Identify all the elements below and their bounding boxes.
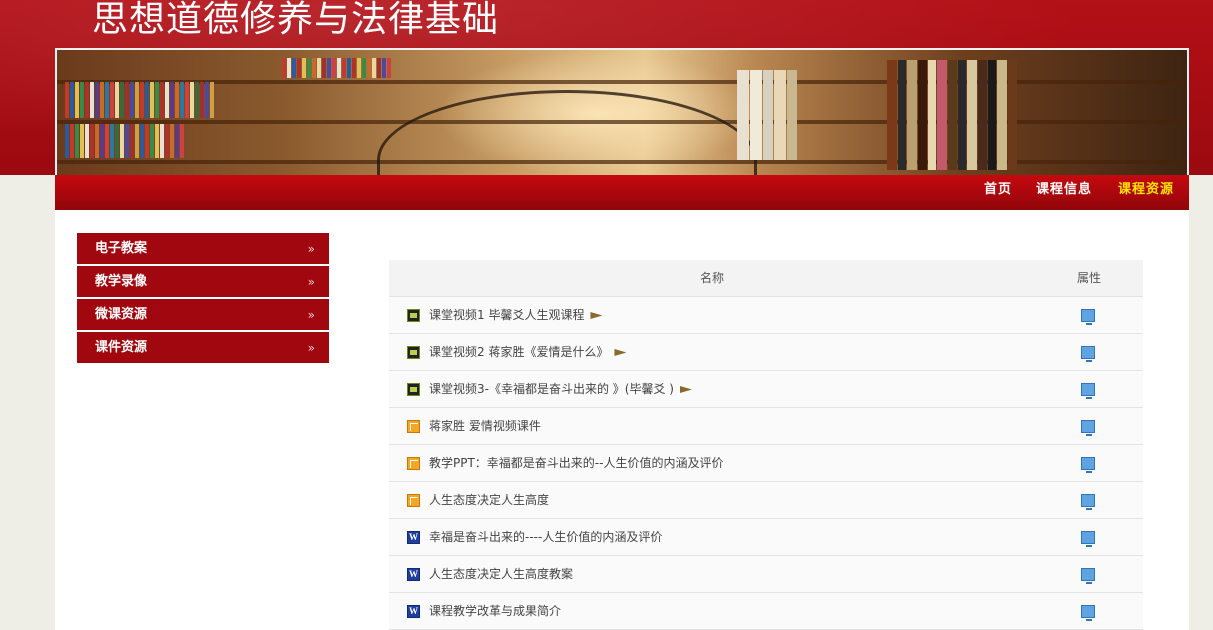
- sidebar-item-label: 教学录像: [95, 274, 148, 289]
- word-file-icon: W: [407, 568, 420, 581]
- video-file-icon: [407, 346, 420, 359]
- resource-link[interactable]: 人生态度决定人生高度: [429, 482, 549, 519]
- new-flag-icon: [679, 386, 692, 393]
- table-row: W 幸福是奋斗出来的----人生价值的内涵及评价: [389, 519, 1143, 556]
- resource-table: 名称 属性 课堂视频1 毕馨爻人生观课程课堂视频2 蒋家胜《爱情是什么》课堂视频…: [389, 260, 1143, 630]
- ppt-file-icon: [407, 457, 420, 470]
- monitor-icon[interactable]: [1081, 383, 1095, 399]
- resource-link[interactable]: 课程教学改革与成果简介: [429, 593, 561, 630]
- resource-link[interactable]: 蒋家胜 爱情视频课件: [429, 408, 541, 445]
- resource-name: 教学PPT：幸福都是奋斗出来的--人生价值的内涵及评价: [429, 456, 724, 470]
- resource-name: 课堂视频2 蒋家胜《爱情是什么》: [429, 345, 609, 359]
- monitor-icon[interactable]: [1081, 568, 1095, 584]
- chevron-right-icon: »: [307, 275, 315, 289]
- resource-name: 人生态度决定人生高度: [429, 493, 550, 507]
- table-row: W 课程教学改革与成果简介: [389, 593, 1143, 630]
- table-row: 课堂视频1 毕馨爻人生观课程: [389, 297, 1143, 334]
- sidebar-item-teaching-videos[interactable]: 教学录像 »: [77, 266, 329, 298]
- word-file-icon: W: [407, 531, 420, 544]
- sidebar-item-courseware-resources[interactable]: 课件资源 »: [77, 332, 329, 364]
- video-file-icon: [407, 309, 420, 322]
- new-flag-icon: [614, 349, 627, 356]
- table-row: 蒋家胜 爱情视频课件: [389, 408, 1143, 445]
- ppt-file-icon: [407, 494, 420, 507]
- monitor-icon[interactable]: [1081, 309, 1095, 325]
- library-banner-image: [55, 48, 1189, 175]
- ppt-file-icon: [407, 420, 420, 433]
- chevron-right-icon: »: [307, 341, 315, 355]
- resource-link[interactable]: 幸福是奋斗出来的----人生价值的内涵及评价: [429, 519, 662, 556]
- site-title: 思想道德修养与法律基础: [92, 0, 500, 40]
- monitor-icon[interactable]: [1081, 531, 1095, 547]
- column-header-name: 名称: [699, 271, 724, 285]
- resource-link[interactable]: 教学PPT：幸福都是奋斗出来的--人生价值的内涵及评价: [429, 445, 723, 482]
- chevron-right-icon: »: [307, 308, 315, 322]
- resource-name: 幸福是奋斗出来的----人生价值的内涵及评价: [429, 530, 663, 544]
- table-header: 名称 属性: [389, 260, 1143, 297]
- resource-name: 课堂视频1 毕馨爻人生观课程: [429, 308, 585, 322]
- nav-course-info[interactable]: 课程信息: [1036, 175, 1092, 205]
- sidebar-item-label: 微课资源: [95, 307, 148, 322]
- monitor-icon[interactable]: [1081, 420, 1095, 436]
- resource-link[interactable]: 课堂视频2 蒋家胜《爱情是什么》: [429, 334, 627, 371]
- column-header-attributes: 属性: [1076, 271, 1101, 285]
- resource-link[interactable]: 人生态度决定人生高度教案: [429, 556, 573, 593]
- content-panel: 电子教案 » 教学录像 » 微课资源 » 课件资源 » 名称 属性 课堂视频1 …: [55, 210, 1189, 630]
- resource-name: 课程教学改革与成果简介: [429, 604, 562, 618]
- resource-link[interactable]: 课堂视频1 毕馨爻人生观课程: [429, 297, 603, 334]
- monitor-icon[interactable]: [1081, 346, 1095, 362]
- sidebar-item-label: 课件资源: [95, 340, 148, 355]
- main-nav: 首页 课程信息 课程资源: [55, 175, 1189, 210]
- sidebar-item-label: 电子教案: [95, 241, 148, 256]
- nav-course-resources[interactable]: 课程资源: [1118, 175, 1174, 205]
- monitor-icon[interactable]: [1081, 494, 1095, 510]
- chevron-right-icon: »: [307, 242, 315, 256]
- table-row: 课堂视频3-《幸福都是奋斗出来的 》(毕馨爻 ): [389, 371, 1143, 408]
- table-row: 教学PPT：幸福都是奋斗出来的--人生价值的内涵及评价: [389, 445, 1143, 482]
- nav-home[interactable]: 首页: [984, 175, 1012, 205]
- word-file-icon: W: [407, 605, 420, 618]
- resource-name: 人生态度决定人生高度教案: [429, 567, 574, 581]
- table-row: 人生态度决定人生高度: [389, 482, 1143, 519]
- sidebar-item-electronic-lesson-plans[interactable]: 电子教案 »: [77, 233, 329, 265]
- resource-name: 课堂视频3-《幸福都是奋斗出来的 》(毕馨爻 ): [429, 382, 674, 396]
- sidebar-item-micro-course-resources[interactable]: 微课资源 »: [77, 299, 329, 331]
- monitor-icon[interactable]: [1081, 605, 1095, 621]
- resource-link[interactable]: 课堂视频3-《幸福都是奋斗出来的 》(毕馨爻 ): [429, 371, 692, 408]
- new-flag-icon: [590, 312, 603, 319]
- table-row: W 人生态度决定人生高度教案: [389, 556, 1143, 593]
- table-row: 课堂视频2 蒋家胜《爱情是什么》: [389, 334, 1143, 371]
- video-file-icon: [407, 383, 420, 396]
- resource-name: 蒋家胜 爱情视频课件: [429, 419, 541, 433]
- monitor-icon[interactable]: [1081, 457, 1095, 473]
